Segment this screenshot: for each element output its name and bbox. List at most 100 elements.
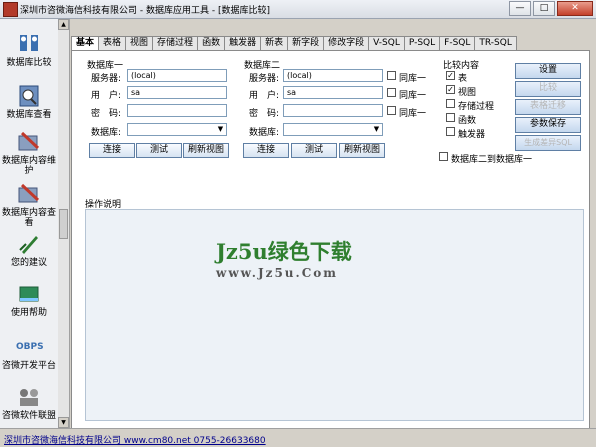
sidebar-item-db-content-view[interactable]: 数据库内容查看 [0, 182, 58, 228]
tab-tables[interactable]: 表格 [98, 36, 127, 50]
sidebar: 数据库比较 数据库查看 数据库内容维护 数据库内容查看 您的建议 使用帮助 OB… [0, 19, 59, 428]
db2-to-db1-checkbox[interactable] [439, 152, 448, 161]
db1-user-input[interactable]: sa [127, 86, 227, 99]
sidebar-item-label: 咨微软件联盟 [1, 411, 56, 421]
compare-procedure-label: 存储过程 [458, 102, 495, 112]
sidebar-item-label: 数据库比较 [6, 58, 52, 68]
watermark-main: Jz5u绿色下载 [216, 239, 352, 264]
db2-database-select[interactable]: ▼ [283, 123, 383, 136]
db2-to-db1-label: 数据库二到数据库一 [451, 155, 533, 165]
tab-basic[interactable]: 基本 [71, 36, 100, 51]
basic-panel: 数据库一 服务器: (local) 用 户: sa 密 码: 数据库: ▼ 连接… [71, 50, 590, 429]
obps-icon: OBPS [16, 342, 44, 352]
tab-triggers[interactable]: 触发器 [224, 36, 262, 50]
window-title: 深圳市咨微海信科技有限公司 - 数据库应用工具 - [数据库比较] [20, 6, 270, 16]
database-content-view-icon [16, 182, 42, 206]
chevron-down-icon: ▼ [373, 125, 380, 133]
sidebar-scrollbar[interactable]: ▲ ▼ [58, 19, 70, 428]
db1-database-label: 数据库: [91, 128, 122, 138]
sidebar-item-label: 咨微开发平台 [1, 361, 56, 371]
sidebar-item-alliance[interactable]: 咨微软件联盟 [0, 385, 58, 421]
help-book-icon [16, 282, 42, 306]
compare-table-label: 表 [458, 74, 468, 84]
sidebar-item-label: 数据库内容维护 [1, 156, 56, 176]
sidebar-item-label: 您的建议 [10, 258, 47, 268]
table-migrate-button[interactable]: 表格迁移 [515, 99, 581, 115]
sidebar-item-suggestion[interactable]: 您的建议 [0, 232, 58, 268]
sidebar-item-db-maintain[interactable]: 数据库内容维护 [0, 130, 58, 176]
close-button[interactable]: ✕ [557, 1, 593, 16]
maximize-button[interactable]: □ [533, 1, 555, 16]
tab-modify-fields[interactable]: 修改字段 [323, 36, 370, 50]
minimize-button[interactable]: — [509, 1, 531, 16]
operation-text-area[interactable]: Jz5u绿色下载 www.Jz5u.Com [85, 209, 584, 421]
sidebar-item-db-compare[interactable]: 数据库比较 [0, 32, 58, 68]
db2-password-same-label: 同库一 [399, 109, 427, 119]
db2-password-label: 密 码: [249, 109, 280, 119]
generate-diff-sql-button[interactable]: 生成差异SQL [515, 135, 581, 151]
tab-strip: 基本 表格 视图 存储过程 函数 触发器 新表 新字段 修改字段 V-SQL P… [71, 36, 517, 51]
sidebar-item-label: 数据库内容查看 [1, 208, 56, 228]
scroll-up-icon[interactable]: ▲ [58, 19, 69, 30]
db2-user-same-label: 同库一 [399, 91, 427, 101]
db2-connect-button[interactable]: 连接 [243, 143, 289, 158]
compare-view-label: 视图 [458, 88, 477, 98]
status-bar: 深圳市咨微海信科技有限公司 www.cm80.net 0755-26633680 [0, 428, 596, 447]
compare-trigger-label: 触发器 [458, 130, 486, 140]
tab-new-fields[interactable]: 新字段 [287, 36, 325, 50]
db2-title: 数据库二 [244, 61, 281, 71]
db1-server-label: 服务器: [91, 74, 122, 84]
compare-trigger-checkbox[interactable] [446, 127, 455, 136]
compare-button[interactable]: 比较 [515, 81, 581, 97]
database-compare-icon [16, 32, 42, 56]
db1-user-label: 用 户: [91, 91, 122, 101]
compare-procedure-checkbox[interactable] [446, 99, 455, 108]
tab-p-sql[interactable]: P-SQL [403, 36, 441, 50]
tab-f-sql[interactable]: F-SQL [439, 36, 476, 50]
db1-database-select[interactable]: ▼ [127, 123, 227, 136]
save-params-button[interactable]: 参数保存 [515, 117, 581, 133]
db1-test-button[interactable]: 测试 [136, 143, 182, 158]
sidebar-item-label: 数据库查看 [6, 110, 52, 120]
db2-user-input[interactable]: sa [283, 86, 383, 99]
db2-refresh-view-button[interactable]: 刷新视图 [339, 143, 385, 158]
alliance-icon [16, 385, 42, 409]
tab-views[interactable]: 视图 [125, 36, 154, 50]
db2-database-label: 数据库: [249, 128, 280, 138]
db1-password-label: 密 码: [91, 109, 122, 119]
compare-function-checkbox[interactable] [446, 113, 455, 122]
db1-connect-button[interactable]: 连接 [89, 143, 135, 158]
tab-tr-sql[interactable]: TR-SQL [474, 36, 517, 50]
db2-server-label: 服务器: [249, 74, 280, 84]
compare-table-checkbox[interactable]: ✓ [446, 71, 455, 80]
tab-new-tables[interactable]: 新表 [260, 36, 289, 50]
scroll-thumb[interactable] [59, 209, 68, 239]
database-maintain-icon [16, 130, 42, 154]
settings-button[interactable]: 设置 [515, 63, 581, 79]
tab-functions[interactable]: 函数 [197, 36, 226, 50]
db2-server-same-checkbox[interactable] [387, 71, 396, 80]
main-area: 基本 表格 视图 存储过程 函数 触发器 新表 新字段 修改字段 V-SQL P… [71, 19, 593, 429]
sidebar-item-db-view[interactable]: 数据库查看 [0, 84, 58, 120]
db2-password-input[interactable] [283, 104, 383, 117]
tab-procedures[interactable]: 存储过程 [152, 36, 199, 50]
sidebar-item-help[interactable]: 使用帮助 [0, 282, 58, 318]
compare-title: 比较内容 [443, 61, 480, 71]
sidebar-item-dev-platform[interactable]: OBPS 咨微开发平台 [0, 335, 58, 371]
db1-refresh-view-button[interactable]: 刷新视图 [183, 143, 229, 158]
db2-password-same-checkbox[interactable] [387, 106, 396, 115]
tab-v-sql[interactable]: V-SQL [368, 36, 405, 50]
db2-server-input[interactable]: (local) [283, 69, 383, 82]
db2-user-same-checkbox[interactable] [387, 88, 396, 97]
db2-test-button[interactable]: 测试 [291, 143, 337, 158]
db2-server-same-label: 同库一 [399, 74, 427, 84]
scroll-down-icon[interactable]: ▼ [58, 417, 69, 428]
database-view-icon [16, 84, 42, 108]
db1-password-input[interactable] [127, 104, 227, 117]
watermark-url: www.Jz5u.Com [216, 266, 338, 280]
db1-title: 数据库一 [87, 61, 124, 71]
chevron-down-icon: ▼ [217, 125, 224, 133]
compare-view-checkbox[interactable]: ✓ [446, 85, 455, 94]
status-company-link[interactable]: 深圳市咨微海信科技有限公司 www.cm80.net 0755-26633680 [4, 433, 266, 446]
db1-server-input[interactable]: (local) [127, 69, 227, 82]
